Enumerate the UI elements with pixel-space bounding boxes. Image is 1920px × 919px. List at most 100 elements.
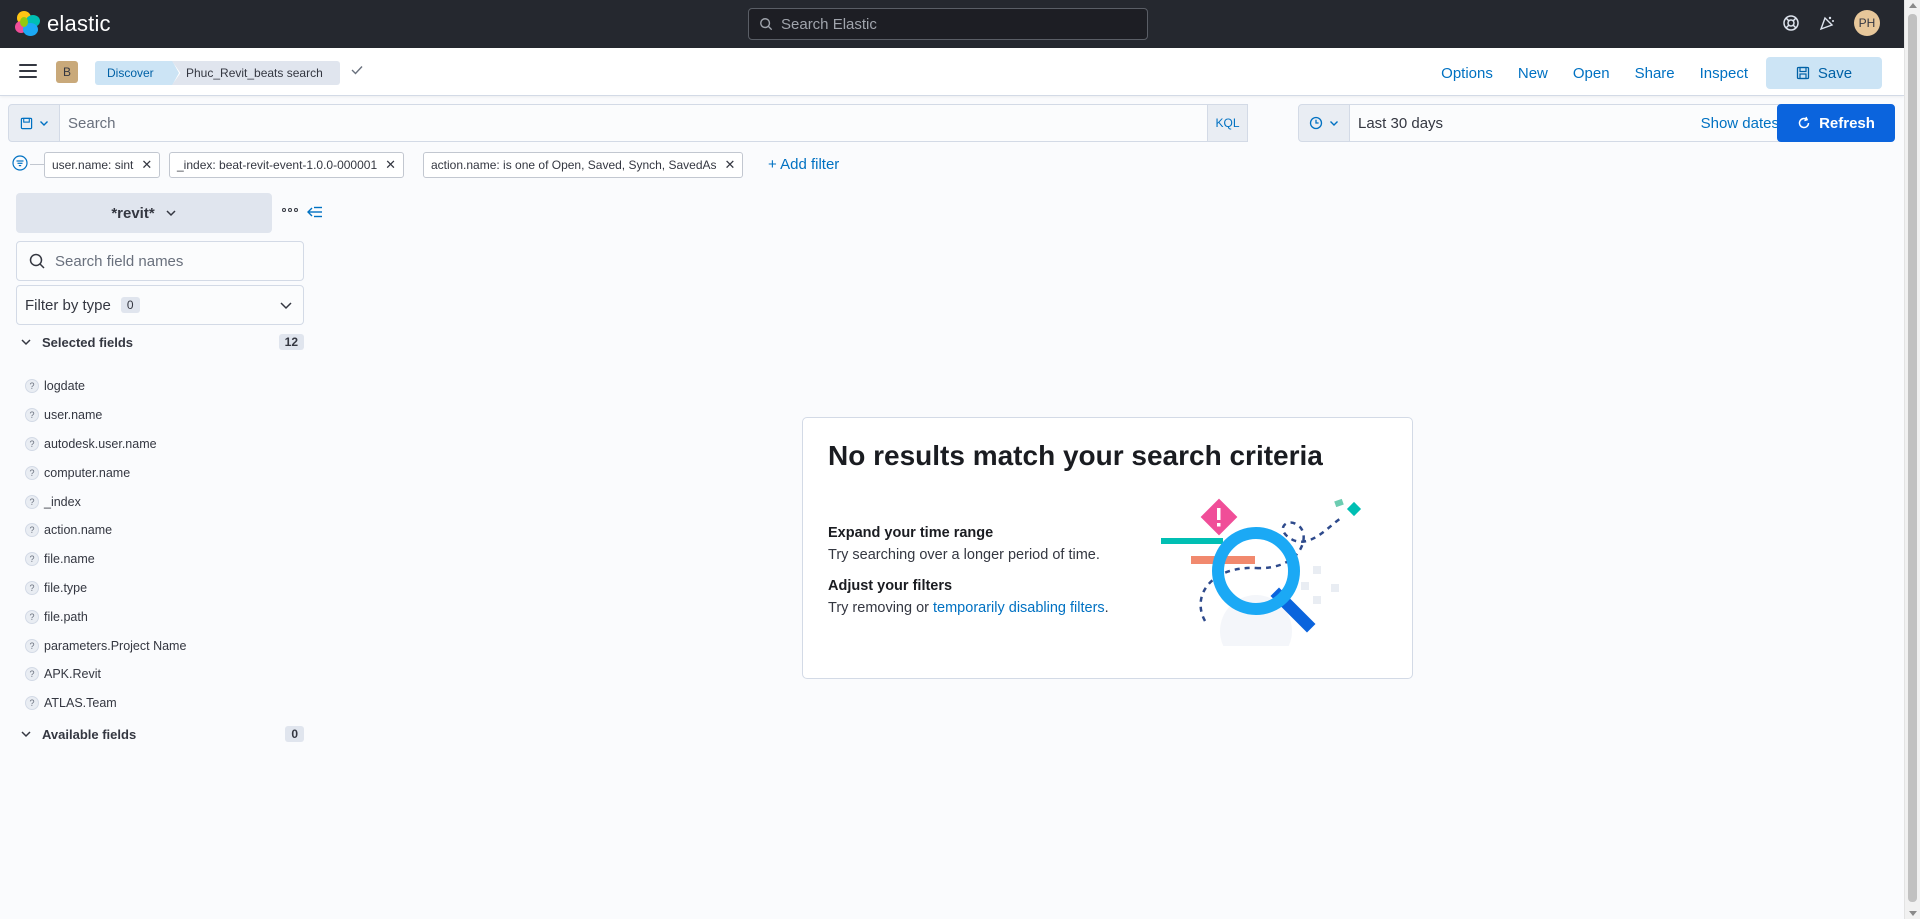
filter-menu-icon[interactable] bbox=[12, 155, 28, 171]
add-filter-button[interactable]: + Add filter bbox=[768, 156, 839, 173]
unknown-field-type-icon: ? bbox=[25, 436, 39, 451]
field-search-input[interactable] bbox=[55, 252, 295, 270]
field-list-item[interactable]: ? file.name bbox=[25, 545, 186, 574]
index-pattern-picker[interactable]: *revit* bbox=[16, 193, 272, 233]
field-name: autodesk.user.name bbox=[44, 436, 157, 451]
menu-icon[interactable] bbox=[19, 64, 37, 78]
global-search-input[interactable] bbox=[781, 15, 1121, 33]
field-list-item[interactable]: ? action.name bbox=[25, 516, 186, 545]
breadcrumb-discover[interactable]: Discover bbox=[95, 61, 179, 85]
unknown-field-type-icon: ? bbox=[25, 408, 39, 423]
field-list-item[interactable]: ? ATLAS.Team bbox=[25, 689, 186, 718]
selected-fields-toggle[interactable]: Selected fields 12 bbox=[20, 334, 304, 350]
inspect-link[interactable]: Inspect bbox=[1700, 65, 1748, 82]
avatar-initials: PH bbox=[1858, 16, 1876, 30]
space-selector[interactable]: B bbox=[56, 61, 78, 83]
save-label: Save bbox=[1817, 64, 1853, 82]
field-list-item[interactable]: ? file.path bbox=[25, 602, 186, 631]
search-icon bbox=[29, 253, 45, 269]
open-link[interactable]: Open bbox=[1573, 65, 1610, 82]
unknown-field-type-icon: ? bbox=[25, 667, 39, 682]
available-fields-label: Available fields bbox=[42, 726, 137, 742]
date-picker[interactable]: Last 30 days Show dates bbox=[1350, 104, 1790, 142]
quick-select-button[interactable] bbox=[1298, 104, 1350, 142]
tip-text: Try removing or temporarily disabling fi… bbox=[828, 600, 1109, 616]
filter-by-type-button[interactable]: Filter by type 0 bbox=[16, 285, 304, 325]
share-link[interactable]: Share bbox=[1635, 65, 1675, 82]
field-name: _index bbox=[44, 494, 81, 509]
close-icon[interactable]: ✕ bbox=[141, 157, 152, 173]
selected-field-list: ? logdate? user.name? autodesk.user.name? co… bbox=[25, 372, 186, 718]
index-pattern-label: *revit* bbox=[111, 204, 155, 222]
help-icon[interactable] bbox=[1782, 14, 1800, 32]
query-language-button[interactable]: KQL bbox=[1207, 105, 1247, 141]
field-name: ATLAS.Team bbox=[44, 696, 117, 711]
field-list-item[interactable]: ? logdate bbox=[25, 372, 186, 401]
query-input-container: KQL bbox=[60, 104, 1248, 142]
field-name: file.path bbox=[44, 609, 88, 624]
elastic-logo[interactable]: elastic bbox=[15, 11, 111, 37]
new-link[interactable]: New bbox=[1518, 65, 1548, 82]
field-name: file.type bbox=[44, 580, 88, 595]
show-dates-link[interactable]: Show dates bbox=[1701, 115, 1779, 132]
field-name: APK.Revit bbox=[44, 667, 101, 682]
unknown-field-type-icon: ? bbox=[25, 552, 39, 567]
field-list-item[interactable]: ? _index bbox=[25, 487, 186, 516]
scrollbar-thumb[interactable] bbox=[1908, 14, 1917, 902]
query-input[interactable] bbox=[68, 114, 1168, 132]
page-scrollbar[interactable] bbox=[1904, 0, 1920, 919]
collapse-sidebar-icon[interactable] bbox=[306, 204, 324, 220]
chevron-down-icon bbox=[39, 121, 48, 126]
unknown-field-type-icon: ? bbox=[25, 465, 39, 480]
newsfeed-icon[interactable] bbox=[1818, 14, 1836, 32]
filter-pill[interactable]: user.name: sint ✕ bbox=[44, 152, 161, 178]
check-icon bbox=[351, 66, 363, 75]
no-results-panel: No results match your search criteria Ex… bbox=[802, 417, 1413, 679]
field-list-item[interactable]: ? file.type bbox=[25, 574, 186, 603]
disable-filters-link[interactable]: temporarily disabling filters bbox=[933, 600, 1105, 616]
clock-icon bbox=[1309, 116, 1323, 130]
filter-pill[interactable]: action.name: is one of Open, Saved, Sync… bbox=[423, 152, 744, 178]
no-results-illustration bbox=[1161, 498, 1362, 646]
user-avatar[interactable]: PH bbox=[1854, 10, 1880, 36]
unknown-field-type-icon: ? bbox=[25, 523, 39, 538]
options-link[interactable]: Options bbox=[1441, 65, 1493, 82]
field-name: file.name bbox=[44, 552, 95, 567]
tip-title: Adjust your filters bbox=[828, 578, 953, 594]
close-icon[interactable]: ✕ bbox=[725, 157, 736, 173]
field-search[interactable] bbox=[16, 241, 304, 281]
date-range-label: Last 30 days bbox=[1358, 114, 1444, 132]
field-list-item[interactable]: ? APK.Revit bbox=[25, 660, 186, 689]
scroll-down-icon[interactable] bbox=[1909, 911, 1917, 916]
filter-pill[interactable]: _index: beat-revit-event-1.0.0-000001 ✕ bbox=[169, 152, 405, 178]
close-icon[interactable]: ✕ bbox=[385, 157, 396, 173]
field-name: user.name bbox=[44, 408, 103, 423]
chevron-down-icon bbox=[166, 210, 176, 217]
breadcrumb-saved-search: Phuc_Revit_beats search bbox=[172, 61, 340, 85]
unknown-field-type-icon: ? bbox=[25, 494, 39, 509]
saved-query-menu-button[interactable] bbox=[8, 104, 60, 142]
field-list-item[interactable]: ? computer.name bbox=[25, 458, 186, 487]
search-icon bbox=[760, 18, 773, 31]
refresh-button[interactable]: Refresh bbox=[1777, 104, 1895, 142]
unknown-field-type-icon: ? bbox=[25, 609, 39, 624]
chevron-down-icon bbox=[21, 339, 31, 346]
breadcrumb-label: Discover bbox=[107, 66, 154, 80]
unknown-field-type-icon: ? bbox=[25, 696, 39, 711]
global-search[interactable] bbox=[748, 8, 1148, 40]
save-icon bbox=[1796, 66, 1810, 80]
available-fields-toggle[interactable]: Available fields 0 bbox=[20, 726, 304, 742]
unknown-field-type-icon: ? bbox=[25, 638, 39, 653]
field-list-item[interactable]: ? autodesk.user.name bbox=[25, 430, 186, 459]
save-button[interactable]: Save bbox=[1766, 57, 1882, 89]
tip-text: Try searching over a longer period of ti… bbox=[828, 547, 1100, 563]
field-list-item[interactable]: ? parameters.Project Name bbox=[25, 631, 186, 660]
unknown-field-type-icon: ? bbox=[25, 379, 39, 394]
available-fields-count: 0 bbox=[285, 726, 304, 742]
field-name: computer.name bbox=[44, 465, 131, 480]
field-list-item[interactable]: ? user.name bbox=[25, 401, 186, 430]
unknown-field-type-icon: ? bbox=[25, 580, 39, 595]
scroll-up-icon[interactable] bbox=[1909, 3, 1917, 8]
more-options-icon[interactable] bbox=[282, 208, 298, 212]
refresh-icon bbox=[1798, 116, 1810, 129]
